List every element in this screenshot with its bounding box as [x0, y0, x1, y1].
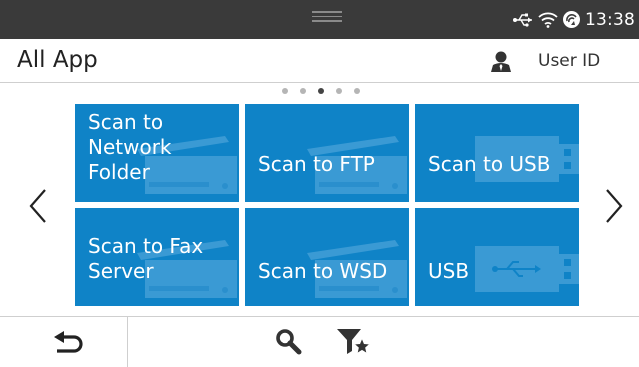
filter-favorites-icon[interactable] — [336, 327, 370, 357]
status-bar: 13:38 — [0, 0, 639, 39]
tile-label: Scan to WSD — [258, 259, 388, 283]
back-icon[interactable] — [53, 331, 85, 357]
tile-label: Scan to USB — [428, 152, 551, 176]
tile-label: USB — [428, 259, 470, 283]
previous-page-arrow-icon[interactable] — [28, 186, 48, 226]
bottom-toolbar — [0, 316, 639, 367]
user-id-label: User ID — [538, 51, 601, 71]
tile-scan-to-usb[interactable]: Scan to USB — [415, 104, 579, 202]
user-id-button[interactable]: User ID — [490, 49, 630, 73]
tile-scan-to-network-folder[interactable]: Scan to Network Folder — [75, 104, 239, 202]
search-icon[interactable] — [275, 328, 303, 356]
page-dot-active[interactable] — [318, 88, 324, 94]
notification-drawer-handle[interactable] — [312, 11, 342, 25]
clock: 13:38 — [585, 9, 635, 30]
usb-drive-icon — [475, 246, 579, 292]
page-dot[interactable] — [300, 88, 306, 94]
tile-label: Scan to Fax Server — [88, 234, 204, 283]
page-title: All App — [17, 47, 98, 73]
tile-scan-to-ftp[interactable]: Scan to FTP — [245, 104, 409, 202]
scanner-icon — [307, 240, 407, 298]
tile-usb[interactable]: USB — [415, 208, 579, 306]
tile-label: Scan to FTP — [258, 152, 375, 176]
next-page-arrow-icon[interactable] — [604, 186, 624, 226]
status-icons: 13:38 — [512, 0, 635, 39]
page-indicator — [282, 88, 360, 98]
toolbar-divider — [127, 317, 128, 367]
tile-scan-to-fax-server[interactable]: Scan to Fax Server — [75, 208, 239, 306]
title-bar: All App User ID — [0, 39, 639, 83]
wifi-direct-icon — [563, 11, 580, 28]
page-dot[interactable] — [336, 88, 342, 94]
tile-scan-to-wsd[interactable]: Scan to WSD — [245, 208, 409, 306]
page-dot[interactable] — [354, 88, 360, 94]
page-dot[interactable] — [282, 88, 288, 94]
user-icon — [491, 51, 511, 72]
usb-icon — [513, 13, 532, 27]
tile-label: Scan to Network Folder — [88, 110, 172, 184]
wifi-icon — [538, 12, 558, 28]
